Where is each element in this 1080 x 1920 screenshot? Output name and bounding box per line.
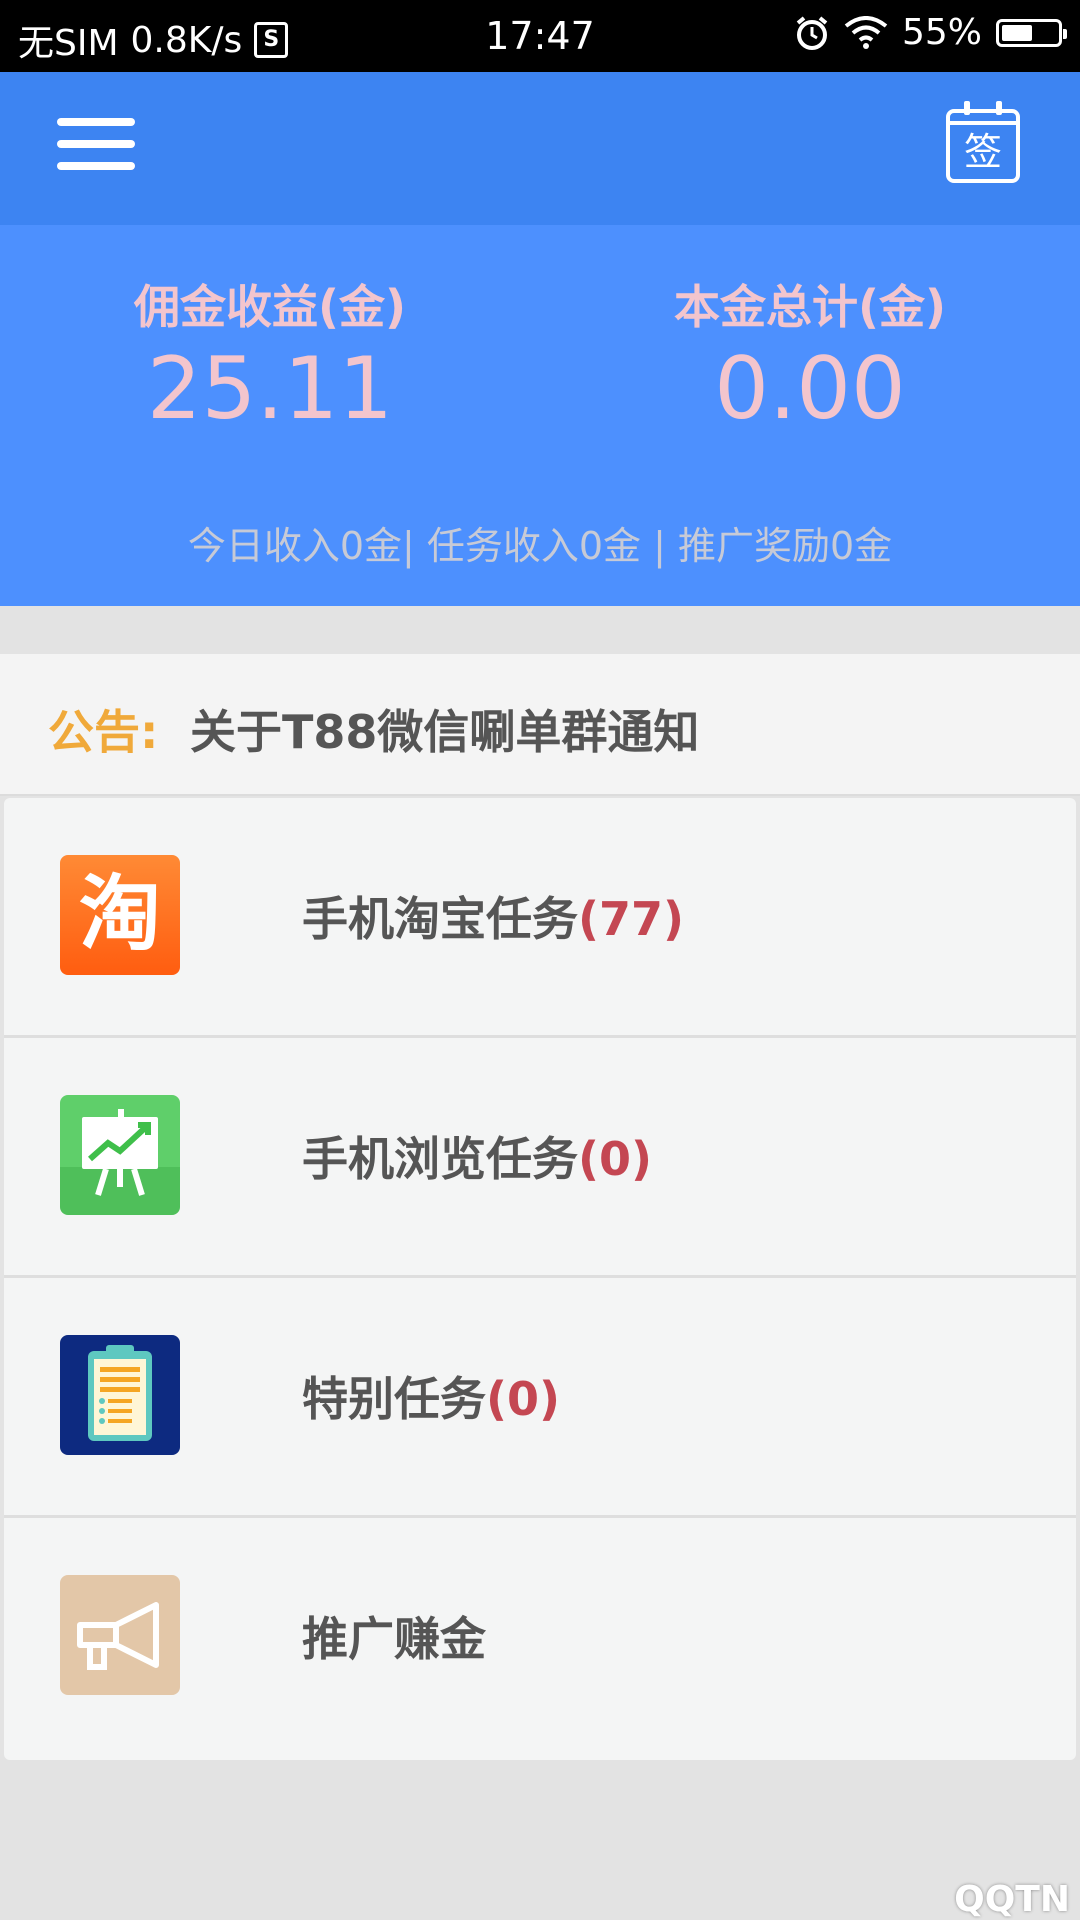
task-count: (0) [486,1372,561,1426]
battery-percent: 55% [901,12,982,53]
task-row-special[interactable]: 特别任务(0) [4,1278,1076,1518]
commission-label: 佣金收益(金) [133,280,407,334]
principal-label: 本金总计(金) [673,280,947,334]
watermark-logo: QQTN [954,1879,1070,1920]
principal-stat: 本金总计(金) 0.00 [540,275,1080,439]
hamburger-menu-icon[interactable] [57,118,135,178]
earnings-summary: 佣金收益(金) 25.11 本金总计(金) 0.00 今日收入0金| 任务收入0… [0,225,1080,606]
task-row-browse[interactable]: 手机浏览任务(0) [4,1038,1076,1278]
task-row-promote[interactable]: 推广赚金 [4,1518,1076,1760]
principal-value: 0.00 [714,339,906,439]
task-title: 推广赚金 [302,1612,486,1666]
task-count: (77) [578,892,685,946]
megaphone-icon [60,1575,180,1695]
sign-in-char: 签 [963,130,1002,174]
task-label: 推广赚金 [302,1603,486,1669]
task-list: 淘 手机淘宝任务(77) 手机浏览任务(0) 特别任务(0) 推广赚金 [4,798,1076,1760]
presentation-chart-icon [60,1095,180,1215]
wifi-icon [844,15,888,49]
task-count: (0) [578,1132,653,1186]
task-label: 特别任务(0) [302,1363,560,1429]
taobao-icon: 淘 [60,855,180,975]
battery-icon [996,18,1067,47]
task-label: 手机淘宝任务(77) [302,883,684,949]
commission-stat: 佣金收益(金) 25.11 [0,275,540,439]
task-label: 手机浏览任务(0) [302,1123,652,1189]
task-title: 手机浏览任务 [302,1132,578,1186]
announcement-text[interactable]: 关于T88微信唰单群通知 [190,696,699,762]
sign-in-calendar-icon[interactable]: 签 [946,101,1020,183]
app-bar: 签 [0,72,1080,225]
task-title: 手机淘宝任务 [302,892,578,946]
announcement-bar[interactable]: 公告: 关于T88微信唰单群通知 [0,654,1080,796]
task-row-taobao[interactable]: 淘 手机淘宝任务(77) [4,798,1076,1038]
income-breakdown: 今日收入0金| 任务收入0金 | 推广奖励0金 [187,524,893,568]
commission-value: 25.11 [146,339,394,439]
alarm-icon [796,15,828,50]
task-title: 特别任务 [302,1372,486,1426]
announcement-label: 公告: [48,705,159,759]
status-bar: 无SIM 0.8K/s S 17:47 55% [0,0,1080,72]
clipboard-list-icon [60,1335,180,1455]
